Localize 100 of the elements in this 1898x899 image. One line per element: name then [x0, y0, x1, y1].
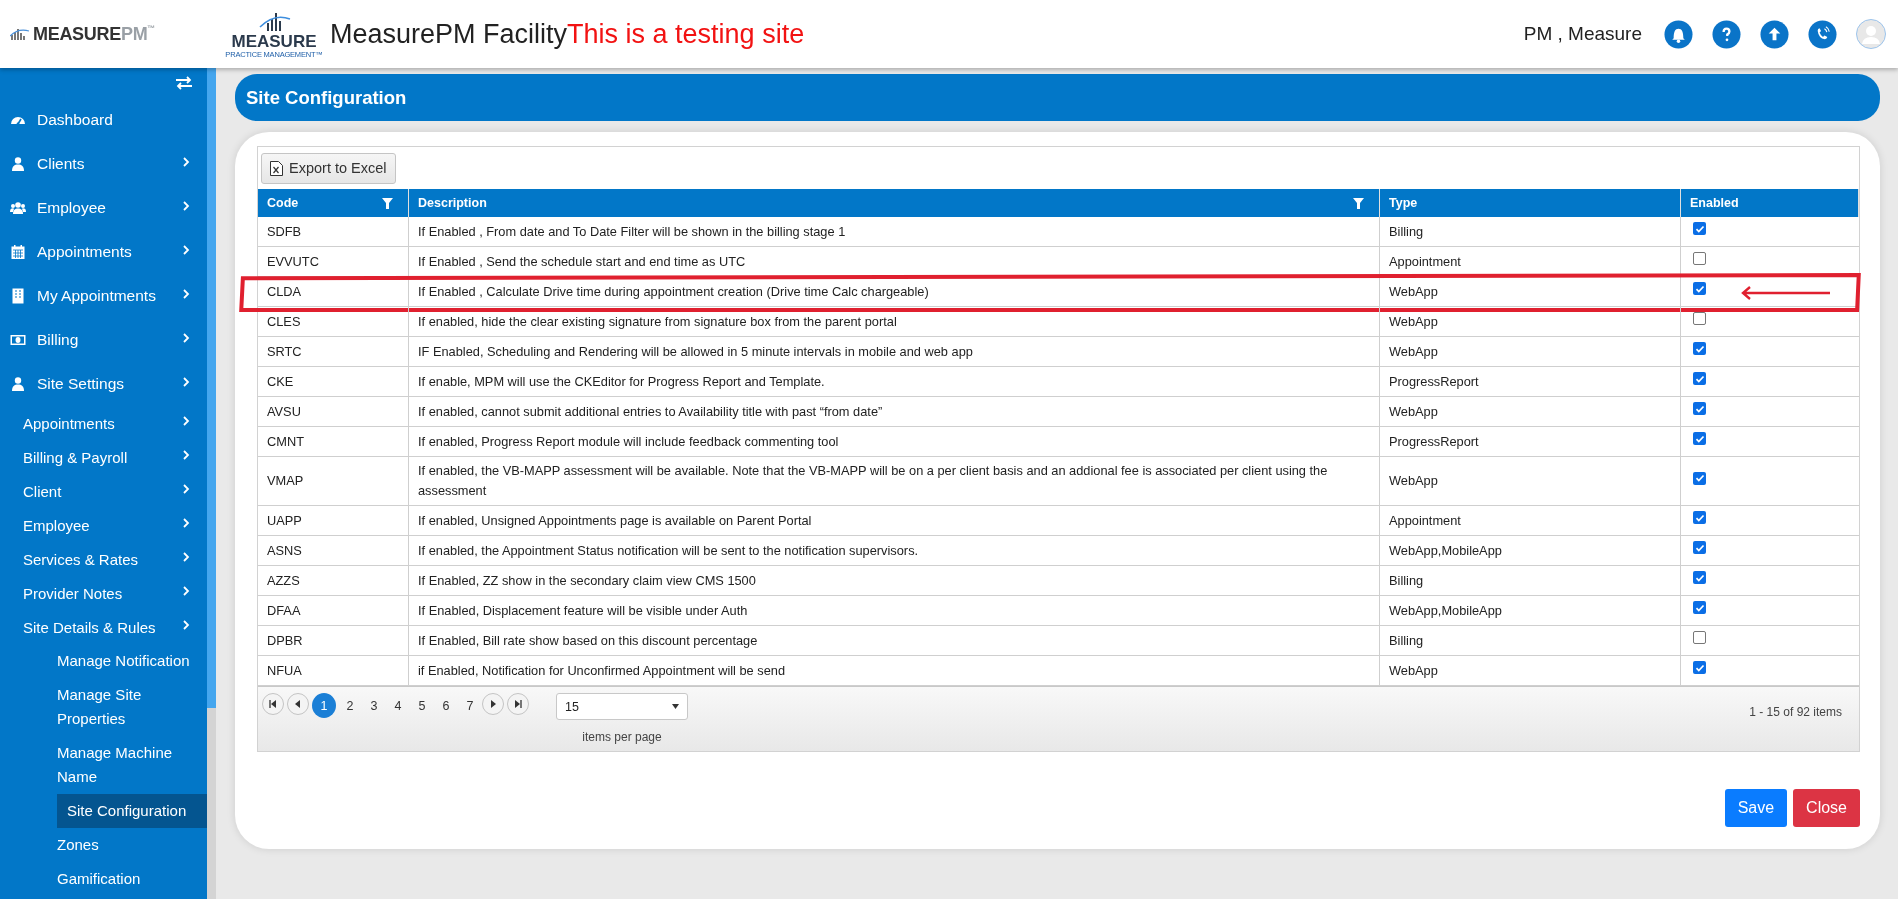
page-number[interactable]: 6 — [434, 693, 458, 718]
checkbox[interactable] — [1693, 661, 1706, 674]
checkbox[interactable] — [1693, 631, 1706, 644]
table-cell: UAPP — [258, 506, 409, 536]
table-cell: If Enabled, Bill rate show based on this discount percentage — [409, 626, 1380, 656]
table-cell: Appointment — [1380, 247, 1681, 277]
checkbox[interactable] — [1693, 222, 1706, 235]
table-cell: CLES — [258, 307, 409, 337]
page-number[interactable]: 2 — [338, 693, 362, 718]
help-icon[interactable] — [1712, 19, 1741, 49]
sidebar-subitem[interactable]: Client — [0, 474, 207, 508]
page-number[interactable]: 4 — [386, 693, 410, 718]
sidebar-subitem[interactable]: Site Details & Rules — [0, 610, 207, 644]
last-page-button[interactable] — [507, 693, 529, 715]
checkbox[interactable] — [1693, 571, 1706, 584]
table-cell: CMNT — [258, 427, 409, 457]
sidebar-subitem[interactable]: Manage Notification — [57, 644, 207, 678]
column-header[interactable]: Type — [1380, 189, 1681, 217]
table-cell: ASNS — [258, 536, 409, 566]
filter-icon[interactable] — [382, 197, 393, 209]
last-page-icon — [514, 700, 522, 708]
checkbox[interactable] — [1693, 541, 1706, 554]
triangle-left-icon — [294, 700, 302, 708]
close-button[interactable]: Close — [1793, 789, 1860, 827]
page-size-dropdown[interactable]: 15 — [556, 693, 688, 720]
sidebar-subitem[interactable]: Manage Machine Name — [57, 736, 207, 794]
sidebar-item[interactable]: Site Settings — [0, 362, 207, 406]
phone-icon[interactable] — [1808, 19, 1837, 49]
user-icon — [10, 376, 26, 392]
sidebar-item[interactable]: Clients — [0, 142, 207, 186]
calendar-icon — [10, 244, 26, 260]
table-cell: DPBR — [258, 626, 409, 656]
next-page-button[interactable] — [482, 693, 504, 715]
table-cell: If enable, MPM will use the CKEditor for Progress Report and Template. — [409, 367, 1380, 397]
table-cell: WebApp — [1380, 277, 1681, 307]
swap-arrows-icon[interactable] — [175, 76, 193, 90]
table-cell: Billing — [1380, 626, 1681, 656]
column-header[interactable]: Description — [409, 189, 1380, 217]
sidebar-subitem[interactable]: Appointments — [0, 406, 207, 440]
table-cell: WebApp,MobileApp — [1380, 596, 1681, 626]
table-cell: AZZS — [258, 566, 409, 596]
sidebar-subitem[interactable]: Billing & Payroll — [0, 440, 207, 474]
sidebar-subitem[interactable]: Manage Site Properties — [57, 678, 207, 736]
checkbox[interactable] — [1693, 402, 1706, 415]
page-number[interactable]: 5 — [410, 693, 434, 718]
table-cell: WebApp,MobileApp — [1380, 536, 1681, 566]
column-header[interactable]: Code — [258, 189, 409, 217]
checkbox[interactable] — [1693, 312, 1706, 325]
sidebar-item[interactable]: Billing — [0, 318, 207, 362]
bell-icon[interactable] — [1664, 19, 1693, 49]
table-cell: If enabled, Progress Report module will include feedback commenting tool — [409, 427, 1380, 457]
page-number[interactable]: 1 — [312, 693, 336, 718]
export-button[interactable]: Export to Excel — [261, 152, 396, 184]
page-number[interactable]: 3 — [362, 693, 386, 718]
checkbox[interactable] — [1693, 282, 1706, 295]
sidebar-subitem[interactable]: Site Configuration — [57, 794, 207, 828]
user-icon — [10, 156, 26, 172]
table-cell: DFAA — [258, 596, 409, 626]
table-cell: WebApp — [1380, 337, 1681, 367]
column-header[interactable]: Enabled — [1681, 189, 1859, 217]
checkbox[interactable] — [1693, 252, 1706, 265]
sidebar-subitem[interactable]: Provider Notes — [0, 576, 207, 610]
scrollbar[interactable] — [207, 68, 216, 899]
users-icon — [10, 200, 26, 216]
checkbox[interactable] — [1693, 471, 1706, 485]
sidebar-item[interactable]: My Appointments — [0, 274, 207, 318]
table-cell: If Enabled, Displacement feature will be visible under Auth — [409, 596, 1380, 626]
checkbox[interactable] — [1693, 432, 1706, 445]
table-cell: WebApp — [1380, 307, 1681, 337]
sidebar-subitem[interactable]: Services & Rates — [0, 542, 207, 576]
table-cell: If Enabled , Calculate Drive time during appointment creation (Drive time Calc chargeable) — [409, 277, 1380, 307]
table-cell: Billing — [1380, 217, 1681, 247]
sidebar-subitem[interactable]: Gamification — [57, 862, 207, 896]
table-cell: If enabled, the VB-MAPP assessment will be available. Note that the VB-MAPP will be on a per client basis and an addional fee is associated per client using the assessment — [409, 457, 1380, 506]
table-cell: CLDA — [258, 277, 409, 307]
excel-file-icon — [270, 160, 283, 176]
sidebar-subitem[interactable]: Zones — [57, 828, 207, 862]
table-cell: VMAP — [258, 457, 409, 506]
first-page-button[interactable] — [262, 693, 284, 715]
sidebar-item[interactable]: Dashboard — [0, 98, 207, 142]
previous-page-button[interactable] — [287, 693, 309, 715]
table-cell: If Enabled , Send the schedule start and end time as UTC — [409, 247, 1380, 277]
table-cell: If Enabled, ZZ show in the secondary claim view CMS 1500 — [409, 566, 1380, 596]
table-cell: If enabled, cannot submit additional entries to Availability title with past “from date” — [409, 397, 1380, 427]
checkbox[interactable] — [1693, 342, 1706, 355]
filter-icon[interactable] — [1353, 197, 1364, 209]
sidebar-item[interactable]: Employee — [0, 186, 207, 230]
checkbox[interactable] — [1693, 601, 1706, 614]
page-number[interactable]: 7 — [458, 693, 482, 718]
sidebar-subitem[interactable]: Employee — [0, 508, 207, 542]
checkbox[interactable] — [1693, 372, 1706, 385]
pager-summary: 1 - 15 of 92 items — [1749, 705, 1842, 719]
checkbox[interactable] — [1693, 511, 1706, 524]
table-cell: WebApp — [1380, 457, 1681, 506]
table-cell: Appointment — [1380, 506, 1681, 536]
save-button[interactable]: Save — [1724, 789, 1788, 827]
table-cell: If enabled, Unsigned Appointments page is available on Parent Portal — [409, 506, 1380, 536]
sidebar-item[interactable]: Appointments — [0, 230, 207, 274]
table-cell: SDFB — [258, 217, 409, 247]
table-cell: AVSU — [258, 397, 409, 427]
